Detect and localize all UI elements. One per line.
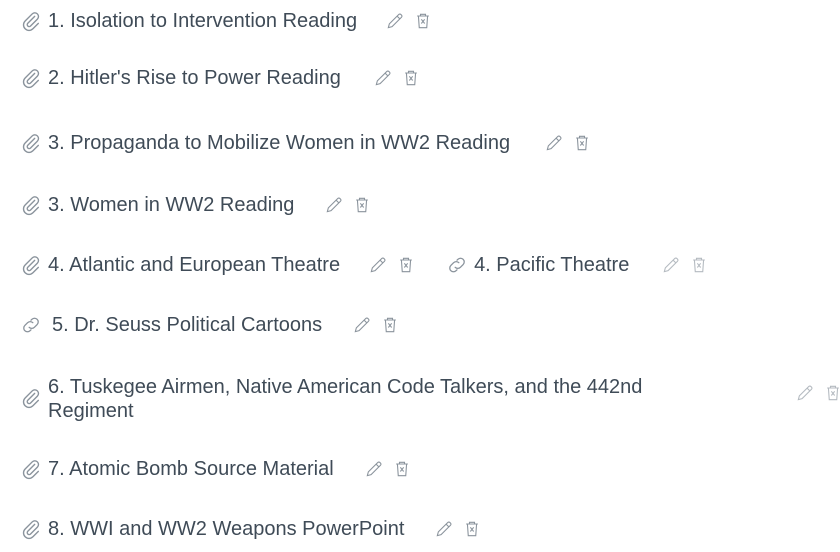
delete-trash-icon[interactable] — [413, 11, 433, 31]
edit-pencil-icon[interactable] — [795, 383, 815, 403]
edit-pencil-icon[interactable] — [324, 195, 344, 215]
edit-pencil-icon[interactable] — [373, 68, 393, 88]
delete-trash-icon[interactable] — [401, 68, 421, 88]
paperclip-icon — [20, 194, 42, 216]
item-link[interactable]: 3. Propaganda to Mobilize Women in WW2 R… — [48, 130, 510, 156]
list-item: 1. Isolation to Intervention Reading — [20, 8, 441, 34]
item-link[interactable]: 4. Pacific Theatre — [474, 252, 629, 278]
edit-pencil-icon[interactable] — [544, 133, 564, 153]
paperclip-icon — [20, 387, 42, 409]
item-link[interactable]: 5. Dr. Seuss Political Cartoons — [52, 312, 322, 338]
paperclip-icon — [20, 518, 42, 540]
edit-pencil-icon[interactable] — [661, 255, 681, 275]
item-link[interactable]: 3. Women in WW2 Reading — [48, 192, 294, 218]
delete-trash-icon[interactable] — [396, 255, 416, 275]
delete-trash-icon[interactable] — [392, 459, 412, 479]
edit-pencil-icon[interactable] — [385, 11, 405, 31]
paperclip-icon — [20, 67, 42, 89]
list-item: 3. Propaganda to Mobilize Women in WW2 R… — [20, 130, 600, 156]
list-item: 8. WWI and WW2 Weapons PowerPoint — [20, 516, 490, 542]
paperclip-icon — [20, 132, 42, 154]
item-link[interactable]: 1. Isolation to Intervention Reading — [48, 8, 357, 34]
delete-trash-icon[interactable] — [462, 519, 482, 539]
list-item: 5. Dr. Seuss Political Cartoons — [20, 312, 408, 338]
edit-pencil-icon[interactable] — [364, 459, 384, 479]
item-link[interactable]: 4. Atlantic and European Theatre — [48, 252, 340, 278]
item-link[interactable]: 6. Tuskegee Airmen, Native American Code… — [48, 375, 688, 423]
edit-pencil-icon[interactable] — [352, 315, 372, 335]
item-link[interactable]: 7. Atomic Bomb Source Material — [48, 456, 334, 482]
edit-pencil-icon[interactable] — [434, 519, 454, 539]
item-link[interactable]: 2. Hitler's Rise to Power Reading — [48, 65, 341, 91]
link-icon — [446, 254, 468, 276]
list-item: 2. Hitler's Rise to Power Reading — [20, 65, 429, 91]
delete-trash-icon[interactable] — [380, 315, 400, 335]
edit-pencil-icon[interactable] — [368, 255, 388, 275]
delete-trash-icon[interactable] — [823, 383, 840, 403]
delete-trash-icon[interactable] — [572, 133, 592, 153]
list-item: 4. Atlantic and European Theatre — [20, 252, 424, 278]
delete-trash-icon[interactable] — [352, 195, 372, 215]
delete-trash-icon[interactable] — [689, 255, 709, 275]
list-item: 6. Tuskegee Airmen, Native American Code… — [20, 375, 840, 431]
list-item: 3. Women in WW2 Reading — [20, 192, 380, 218]
paperclip-icon — [20, 458, 42, 480]
list-item-pair: 4. Atlantic and European Theatre 4. Paci… — [20, 252, 717, 278]
paperclip-icon — [20, 254, 42, 276]
link-icon — [20, 314, 42, 336]
item-link[interactable]: 8. WWI and WW2 Weapons PowerPoint — [48, 516, 404, 542]
list-item: 4. Pacific Theatre — [446, 252, 717, 278]
paperclip-icon — [20, 10, 42, 32]
list-item: 7. Atomic Bomb Source Material — [20, 456, 420, 482]
